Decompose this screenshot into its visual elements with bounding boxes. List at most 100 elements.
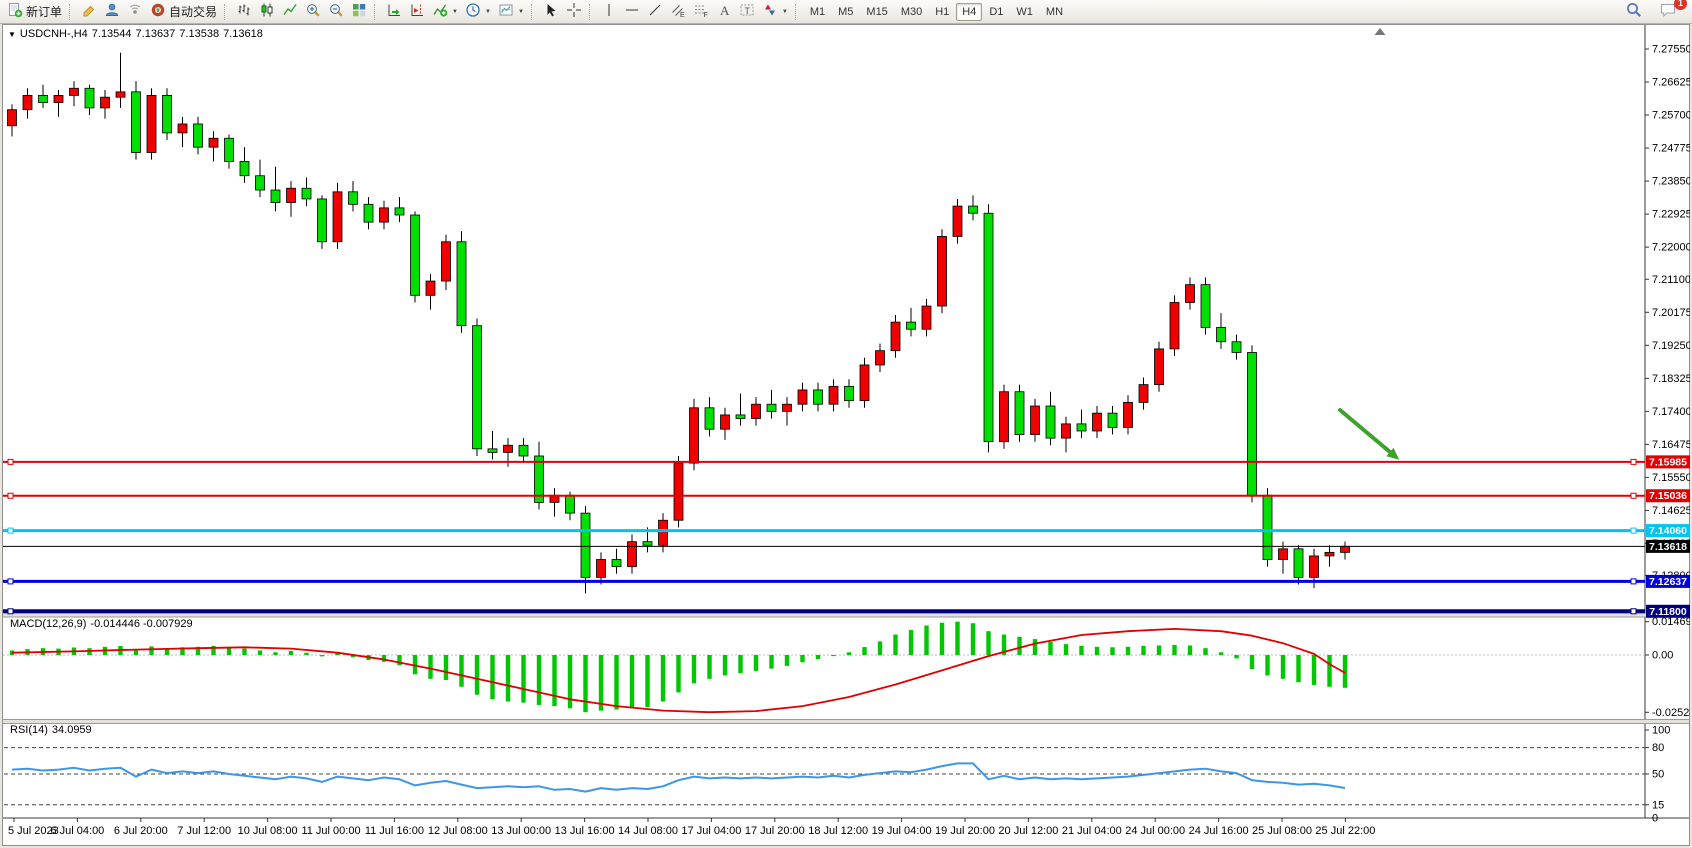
candle[interactable]: [814, 390, 823, 404]
candle[interactable]: [1093, 413, 1102, 431]
line-chart-button[interactable]: [279, 2, 301, 22]
quick-trade-toggle-icon[interactable]: ▼: [8, 30, 16, 39]
bar-chart-button[interactable]: [233, 2, 255, 22]
candle[interactable]: [1310, 556, 1319, 577]
cursor-button[interactable]: [540, 2, 562, 22]
candlestick-series[interactable]: [8, 53, 1350, 594]
time-axis[interactable]: 5 Jul 20236 Jul 04:006 Jul 20:007 Jul 12…: [8, 818, 1375, 837]
candle[interactable]: [287, 188, 296, 202]
candle[interactable]: [395, 208, 404, 215]
new-order-button[interactable]: 新订单: [4, 2, 65, 22]
candle[interactable]: [504, 445, 513, 452]
candle[interactable]: [457, 242, 466, 326]
candle[interactable]: [209, 138, 218, 147]
candle[interactable]: [1170, 302, 1179, 348]
candle[interactable]: [1294, 549, 1303, 578]
candle[interactable]: [39, 95, 48, 102]
candle[interactable]: [1139, 385, 1148, 403]
candle[interactable]: [891, 322, 900, 351]
candle[interactable]: [767, 404, 776, 411]
candle[interactable]: [333, 192, 342, 242]
templates-button[interactable]: ▼: [495, 2, 527, 22]
line-handle[interactable]: [8, 609, 13, 614]
line-handle[interactable]: [1631, 493, 1636, 498]
candle[interactable]: [194, 124, 203, 147]
candle[interactable]: [752, 404, 761, 418]
candle[interactable]: [581, 513, 590, 577]
candle[interactable]: [1124, 402, 1133, 427]
candle[interactable]: [783, 404, 792, 411]
tile-windows-button[interactable]: [348, 2, 370, 22]
line-handle[interactable]: [8, 579, 13, 584]
candle[interactable]: [1186, 285, 1195, 303]
auto-scroll-button[interactable]: [383, 2, 405, 22]
periods-button[interactable]: ▼: [462, 2, 494, 22]
candle[interactable]: [271, 190, 280, 202]
candle[interactable]: [845, 386, 854, 400]
candle[interactable]: [984, 213, 993, 441]
candle[interactable]: [318, 199, 327, 242]
line-handle[interactable]: [1631, 609, 1636, 614]
candle[interactable]: [240, 161, 249, 175]
candle[interactable]: [411, 215, 420, 295]
line-handle[interactable]: [8, 528, 13, 533]
zoom-in-button[interactable]: [302, 2, 324, 22]
timeframe-button-M1[interactable]: M1: [804, 3, 831, 21]
candle[interactable]: [612, 560, 621, 567]
auto-trading-button[interactable]: 自动交易: [147, 2, 220, 22]
candle[interactable]: [1031, 406, 1040, 435]
candle[interactable]: [876, 351, 885, 365]
candle[interactable]: [953, 206, 962, 236]
candle[interactable]: [163, 95, 172, 132]
candle[interactable]: [566, 495, 575, 513]
candle[interactable]: [101, 97, 110, 108]
arrow-annotation[interactable]: [1340, 410, 1399, 460]
search-button[interactable]: [1622, 2, 1646, 22]
candle[interactable]: [426, 281, 435, 295]
timeframe-button-M5[interactable]: M5: [832, 3, 859, 21]
panel-splitter[interactable]: [3, 720, 1689, 724]
candle[interactable]: [1325, 552, 1334, 556]
candle[interactable]: [907, 322, 916, 329]
candle[interactable]: [1217, 327, 1226, 341]
candle[interactable]: [225, 138, 234, 161]
timeframe-button-MN[interactable]: MN: [1040, 3, 1069, 21]
candle[interactable]: [736, 415, 745, 419]
timeframe-button-M30[interactable]: M30: [895, 3, 928, 21]
candle[interactable]: [8, 110, 17, 126]
trendline-button[interactable]: [644, 2, 666, 22]
candle[interactable]: [922, 306, 931, 329]
candle[interactable]: [256, 176, 265, 190]
candle[interactable]: [860, 365, 869, 401]
candle[interactable]: [1232, 342, 1241, 353]
candle[interactable]: [116, 92, 125, 97]
timeframe-button-D1[interactable]: D1: [983, 3, 1009, 21]
chart-shift-marker[interactable]: [1375, 28, 1386, 35]
candle[interactable]: [597, 560, 606, 578]
candle[interactable]: [705, 408, 714, 429]
crosshair-button[interactable]: [563, 2, 585, 22]
candle[interactable]: [1000, 392, 1009, 442]
candle[interactable]: [519, 445, 528, 456]
candle[interactable]: [1062, 424, 1071, 438]
candle[interactable]: [23, 95, 32, 109]
candle[interactable]: [628, 542, 637, 567]
candle[interactable]: [969, 206, 978, 213]
candle[interactable]: [798, 390, 807, 404]
timeframe-button-W1[interactable]: W1: [1010, 3, 1039, 21]
candle[interactable]: [1341, 546, 1350, 552]
arrows-button[interactable]: ▼: [759, 2, 791, 22]
chart-canvas[interactable]: 7.275507.266257.257007.247757.238507.229…: [2, 24, 1690, 846]
styler-button[interactable]: [78, 2, 100, 22]
trader-button[interactable]: [101, 2, 123, 22]
candle[interactable]: [690, 408, 699, 463]
candle[interactable]: [721, 415, 730, 429]
candle[interactable]: [938, 236, 947, 306]
candlestick-chart-button[interactable]: [256, 2, 278, 22]
candle[interactable]: [1155, 349, 1164, 385]
candle[interactable]: [147, 95, 156, 152]
candle[interactable]: [1077, 424, 1086, 431]
candle[interactable]: [1263, 495, 1272, 559]
candle[interactable]: [70, 88, 79, 95]
vertical-line-button[interactable]: [598, 2, 620, 22]
